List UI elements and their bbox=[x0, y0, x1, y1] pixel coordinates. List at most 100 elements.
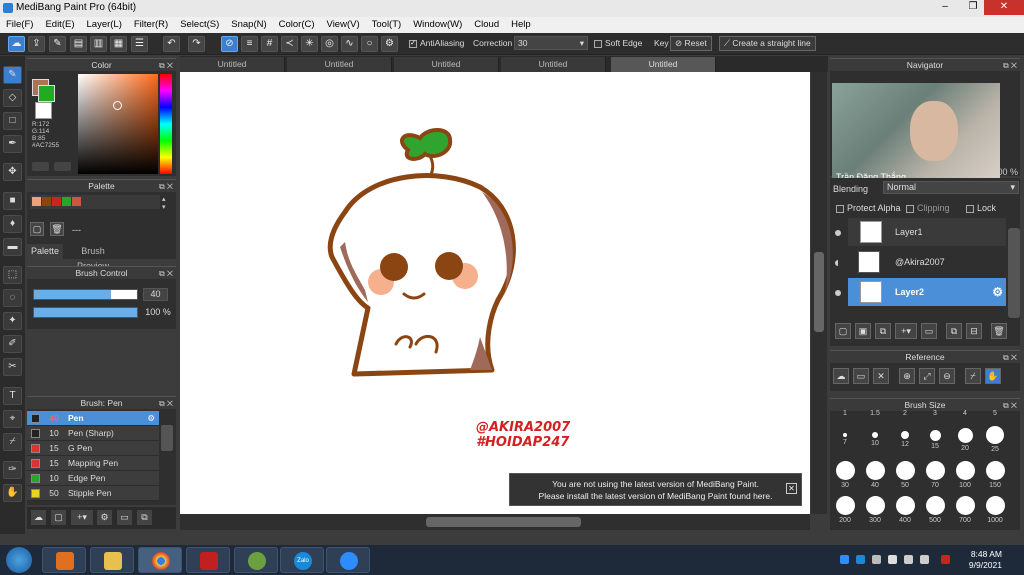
add-menu-icon[interactable]: +▾ bbox=[895, 323, 917, 339]
brush-tool-icon[interactable]: ✎ bbox=[3, 66, 22, 84]
language-icon[interactable] bbox=[941, 555, 950, 564]
brush-size-cell[interactable]: 4 bbox=[953, 410, 977, 417]
menu-layer[interactable]: Layer(L) bbox=[81, 17, 128, 32]
canvas-horizontal-scrollbar[interactable] bbox=[180, 514, 810, 530]
zoom-in-icon[interactable]: ⊕ bbox=[899, 368, 915, 384]
brush-size-cell[interactable]: 400 bbox=[893, 495, 917, 527]
brush-item[interactable]: 50 Stipple Pen bbox=[27, 486, 159, 501]
taskbar-media-player[interactable] bbox=[42, 547, 86, 573]
circle-snap-icon[interactable]: ◎ bbox=[321, 36, 338, 52]
palette-swatch[interactable] bbox=[62, 197, 71, 206]
page-icon[interactable]: ▤ bbox=[70, 36, 87, 52]
brush-size-cell[interactable]: 500 bbox=[923, 495, 947, 527]
curve-snap-icon[interactable]: ∿ bbox=[341, 36, 358, 52]
brush-size-cell[interactable]: 15 bbox=[923, 425, 947, 457]
minimize-button[interactable]: – bbox=[932, 0, 958, 15]
brush-size-cell[interactable]: 7 bbox=[833, 425, 857, 457]
brush-size-cell[interactable]: 700 bbox=[953, 495, 977, 527]
canvas-vertical-scrollbar[interactable] bbox=[811, 72, 827, 514]
color-add-button[interactable] bbox=[32, 162, 49, 171]
volume-icon[interactable] bbox=[920, 555, 929, 564]
brush-size-cell[interactable]: 70 bbox=[923, 460, 947, 492]
fit-icon[interactable]: ⤢ bbox=[919, 368, 935, 384]
palette-swatch[interactable] bbox=[72, 197, 81, 206]
move-tool-icon[interactable]: ✥ bbox=[3, 163, 22, 181]
select-tool-icon[interactable]: ⬚ bbox=[3, 266, 22, 284]
share-icon[interactable]: ⇪ bbox=[28, 36, 45, 52]
add-layer-icon[interactable]: ▣ bbox=[855, 323, 871, 339]
radial-snap-icon[interactable]: ✳ bbox=[301, 36, 318, 52]
brush-size-cell[interactable]: 100 bbox=[953, 460, 977, 492]
layer3-visibility-icon[interactable] bbox=[835, 290, 841, 296]
taskbar-app[interactable] bbox=[234, 547, 278, 573]
hand-tool-icon[interactable]: ✋ bbox=[3, 484, 22, 502]
eyedropper-icon[interactable]: ⌿ bbox=[965, 368, 981, 384]
perspective-snap-icon[interactable]: ≺ bbox=[281, 36, 298, 52]
new-brush-icon[interactable]: ▢ bbox=[51, 510, 66, 525]
brush-list-scrollbar[interactable] bbox=[161, 425, 173, 451]
list-doc-icon[interactable]: ☰ bbox=[131, 36, 148, 52]
brush-size-value[interactable]: 40 bbox=[143, 288, 168, 301]
color-picker-cursor[interactable] bbox=[113, 101, 122, 110]
doc-icon[interactable]: ▥ bbox=[90, 36, 107, 52]
brush-size-cell[interactable]: 25 bbox=[983, 425, 1007, 457]
divide-tool-icon[interactable]: ⌖ bbox=[3, 410, 22, 428]
start-button[interactable] bbox=[6, 547, 32, 573]
trash-icon[interactable]: 🗑 bbox=[50, 222, 64, 236]
snap-off-icon[interactable]: ⊘ bbox=[221, 36, 238, 52]
layer-row-akira[interactable]: @Akira2007 bbox=[838, 248, 1006, 276]
gradient-tool-icon[interactable]: ▬ bbox=[3, 238, 22, 256]
open-folder-icon[interactable]: ▭ bbox=[853, 368, 869, 384]
blending-select[interactable]: Normal ▾ bbox=[883, 181, 1019, 194]
close-icon[interactable]: ✕ bbox=[873, 368, 889, 384]
parallel-snap-icon[interactable]: ≡ bbox=[241, 36, 258, 52]
taskbar-zalo[interactable]: Zalo bbox=[280, 547, 324, 573]
zalo-tray-icon[interactable] bbox=[856, 555, 865, 564]
close-button[interactable]: ✕ bbox=[984, 0, 1024, 15]
cloud-icon[interactable]: ☁ bbox=[833, 368, 849, 384]
tab-palette[interactable]: Palette bbox=[27, 244, 63, 259]
brush-settings-icon[interactable]: ⚙ bbox=[97, 510, 112, 525]
menu-snap[interactable]: Snap(N) bbox=[225, 17, 272, 32]
layer-row-layer1[interactable]: Layer1 bbox=[848, 218, 1006, 246]
eyedropper-tool-icon[interactable]: ⌿ bbox=[3, 433, 22, 451]
sub-color-swatch[interactable] bbox=[38, 85, 55, 102]
brush-size-cell[interactable]: 30 bbox=[833, 460, 857, 492]
clock[interactable]: 8:48 AM 9/9/2021 bbox=[969, 549, 1002, 571]
copy-layer-icon[interactable]: ⧉ bbox=[875, 323, 891, 339]
reset-button[interactable]: ⊘ Reset bbox=[670, 36, 712, 51]
straight-line-button[interactable]: ⟋ Create a straight line bbox=[719, 36, 816, 51]
undo-icon[interactable]: ↶ bbox=[163, 36, 180, 52]
duplicate-icon[interactable]: ⧉ bbox=[946, 323, 962, 339]
brush-size-cell[interactable]: 1.5 bbox=[863, 410, 887, 417]
redo-icon[interactable]: ↷ bbox=[188, 36, 205, 52]
text-tool-icon[interactable]: T bbox=[3, 387, 22, 405]
folder-icon[interactable]: ▭ bbox=[921, 323, 937, 339]
magic-wand-tool-icon[interactable]: ✦ bbox=[3, 312, 22, 330]
palette-swatch[interactable] bbox=[42, 197, 51, 206]
brush-size-cell[interactable]: 3 bbox=[923, 410, 947, 417]
drawing-canvas[interactable]: @AKIRA2007 #HOIDAP247 bbox=[180, 72, 810, 514]
menu-file[interactable]: File(F) bbox=[0, 17, 39, 32]
brush-item[interactable]: 40 Pen ⚙ bbox=[27, 411, 159, 426]
grid-snap-icon[interactable]: # bbox=[261, 36, 278, 52]
brush-size-cell[interactable]: 20 bbox=[953, 425, 977, 457]
brush-size-cell[interactable]: 1 bbox=[833, 410, 857, 417]
tab-untitled-4[interactable]: Untitled bbox=[501, 57, 606, 72]
new-layer-icon[interactable]: ▢ bbox=[835, 323, 851, 339]
brush-size-cell[interactable]: 200 bbox=[833, 495, 857, 527]
trash-icon[interactable]: 🗑 bbox=[991, 323, 1007, 339]
tab-untitled-1[interactable]: Untitled bbox=[180, 57, 285, 72]
notification-close-icon[interactable]: ✕ bbox=[786, 483, 797, 494]
taskbar-chrome[interactable] bbox=[138, 547, 182, 573]
layer-scrollbar[interactable] bbox=[1008, 228, 1020, 318]
menu-edit[interactable]: Edit(E) bbox=[39, 17, 80, 32]
comment-icon[interactable]: ✎ bbox=[49, 36, 66, 52]
layer-row-layer2[interactable]: Layer2 ⚙ bbox=[848, 278, 1006, 306]
menu-tool[interactable]: Tool(T) bbox=[366, 17, 408, 32]
menu-cloud[interactable]: Cloud bbox=[468, 17, 505, 32]
flag-icon[interactable] bbox=[888, 555, 897, 564]
maximize-button[interactable]: ❐ bbox=[960, 0, 986, 15]
chevron-up-icon[interactable] bbox=[872, 555, 881, 564]
menu-help[interactable]: Help bbox=[505, 17, 537, 32]
